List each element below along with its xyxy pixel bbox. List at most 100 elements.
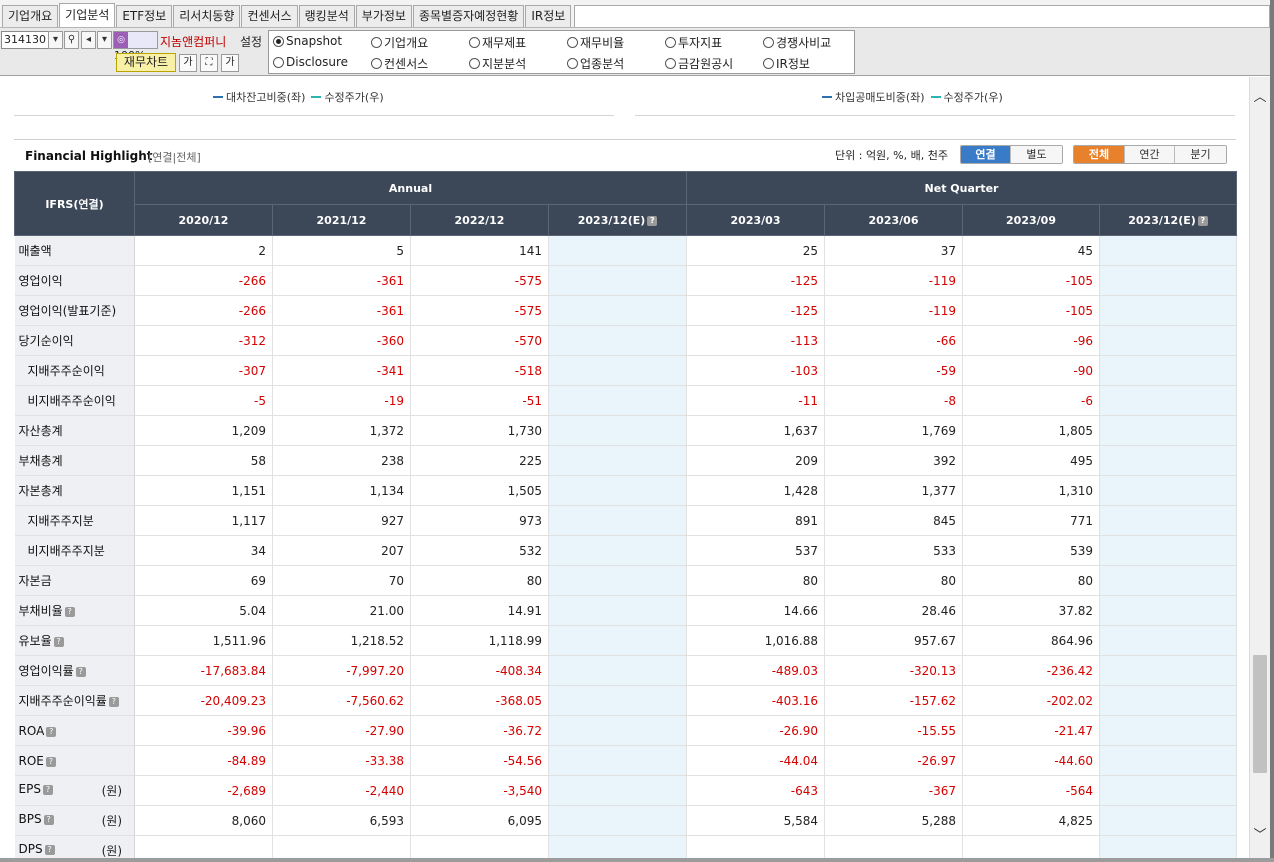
tab-additional-info[interactable]: 부가정보 [355, 5, 412, 27]
row-label: BPS? (원) [14, 805, 135, 836]
radio-investment-indicators[interactable]: 투자지표 [665, 34, 722, 51]
tab-research-trend[interactable]: 리서치동향 [173, 5, 241, 27]
table-cell: 37 [824, 235, 964, 266]
help-icon[interactable]: ? [108, 697, 119, 707]
scroll-up-icon[interactable]: ︿ [1253, 91, 1267, 105]
table-cell: 1,209 [134, 415, 273, 446]
table-cell [548, 805, 688, 836]
help-icon[interactable]: ? [43, 815, 54, 825]
scroll-down-icon[interactable]: ﹀ [1253, 829, 1267, 843]
table-cell: -11 [686, 385, 826, 416]
help-icon[interactable]: ? [42, 785, 53, 795]
radio-icon [665, 37, 676, 48]
chevron-down-icon[interactable]: ▾ [48, 31, 63, 49]
radio-consensus[interactable]: 컨센서스 [371, 55, 428, 72]
table-row: 영업이익 -266 -361 -575 -125 -119 -105 [14, 265, 1238, 296]
vertical-scrollbar[interactable]: ︿ ﹀ [1249, 77, 1270, 858]
help-icon[interactable]: ? [1197, 215, 1208, 226]
row-label: ROA? [14, 715, 135, 746]
consolidated-button[interactable]: 연결 [961, 146, 1011, 163]
radio-icon [469, 58, 480, 69]
radio-industry-analysis[interactable]: 업종분석 [567, 55, 624, 72]
top-tab-bar: 기업개요 기업분석 ETF정보 리서치동향 컨센서스 랭킹분석 부가정보 종목별… [0, 0, 1270, 28]
chevron-down-icon[interactable]: ▾ [97, 31, 112, 49]
settings-link[interactable]: 설정 [240, 33, 262, 50]
stock-code-input[interactable]: 314130 [1, 31, 49, 49]
radio-company-overview[interactable]: 기업개요 [371, 34, 428, 51]
period-quarter-button[interactable]: 분기 [1175, 146, 1226, 163]
table-cell: 1,769 [824, 415, 964, 446]
table-cell: -119 [824, 265, 964, 296]
help-icon[interactable]: ? [75, 667, 86, 677]
table-cell [548, 355, 688, 386]
tab-consensus[interactable]: 컨센서스 [241, 5, 298, 27]
table-cell [548, 415, 688, 446]
font-size-icon[interactable]: 가 [179, 54, 197, 72]
table-cell: 80 [962, 565, 1101, 596]
table-row: 유보율? 1,511.96 1,218.52 1,118.99 1,016.88 957.… [14, 625, 1238, 656]
speaker-icon[interactable]: ◂ [81, 31, 96, 49]
radio-disclosure[interactable]: Disclosure [273, 55, 348, 69]
table-cell: 80 [824, 565, 964, 596]
table-cell: -2,689 [134, 775, 273, 806]
radio-financial-statements[interactable]: 재무제표 [469, 34, 526, 51]
table-cell: 45 [962, 235, 1101, 266]
tab-etf-info[interactable]: ETF정보 [116, 5, 173, 27]
corner-header: IFRS(연결) [14, 171, 135, 236]
table-cell [548, 685, 688, 716]
table-cell: -312 [134, 325, 273, 356]
tab-ranking-analysis[interactable]: 랭킹분석 [298, 5, 355, 27]
table-cell: -575 [410, 265, 549, 296]
expand-icon[interactable]: ⛶ [200, 54, 218, 72]
help-icon[interactable]: ? [46, 726, 57, 737]
radio-financial-ratios[interactable]: 재무비율 [567, 34, 624, 51]
table-cell: 537 [686, 535, 826, 566]
tab-bar-filler [574, 5, 1270, 27]
table-cell [548, 595, 688, 626]
table-row: ROA? -39.96 -27.90 -36.72 -26.90 -15.55 -21.47 [14, 715, 1238, 746]
legend-line-icon [213, 96, 223, 98]
radio-shareholding-analysis[interactable]: 지분분석 [469, 55, 526, 72]
table-cell: -105 [962, 265, 1101, 296]
table-cell: 1,151 [134, 475, 273, 506]
separate-button[interactable]: 별도 [1011, 146, 1062, 163]
table-cell [686, 835, 826, 858]
radio-snapshot[interactable]: Snapshot [273, 34, 342, 48]
table-cell [548, 265, 688, 296]
row-label: ROE? [14, 745, 135, 776]
table-cell [1099, 715, 1238, 746]
tab-company-overview[interactable]: 기업개요 [2, 5, 59, 27]
table-row: 자산총계 1,209 1,372 1,730 1,637 1,769 1,805 [14, 415, 1238, 446]
table-cell: -266 [134, 295, 273, 326]
table-cell: -96 [962, 325, 1101, 356]
table-cell: 4,825 [962, 805, 1101, 836]
radio-ir-info[interactable]: IR정보 [763, 55, 810, 72]
help-icon[interactable]: ? [44, 845, 55, 855]
table-cell: 891 [686, 505, 826, 536]
help-icon[interactable]: ? [45, 756, 56, 767]
financial-chart-button[interactable]: 재무차트 [116, 53, 176, 72]
table-cell [1099, 295, 1238, 326]
search-icon[interactable]: ⚲ [64, 31, 79, 49]
radio-fss-disclosure[interactable]: 금감원공시 [665, 55, 733, 72]
table-cell [1099, 445, 1238, 476]
table-row: 부채총계 58 238 225 209 392 495 [14, 445, 1238, 476]
tab-ir-info[interactable]: IR정보 [525, 5, 572, 27]
radio-peer-comparison[interactable]: 경쟁사비교 [763, 34, 831, 51]
period-annual-button[interactable]: 연간 [1125, 146, 1175, 163]
table-cell: 539 [962, 535, 1101, 566]
help-icon[interactable]: ? [64, 607, 75, 617]
row-label: 자본금 [14, 565, 135, 596]
scroll-thumb[interactable] [1253, 655, 1267, 773]
radio-icon [469, 37, 480, 48]
zoom-control[interactable]: ◎100% [113, 31, 158, 62]
row-label: 영업이익(발표기준) [14, 295, 135, 326]
tab-capital-increase-schedule[interactable]: 종목별증자예정현황 [412, 5, 525, 27]
left-chart-baseline [14, 115, 614, 116]
help-icon[interactable]: ? [53, 637, 64, 647]
tab-company-analysis[interactable]: 기업분석 [59, 3, 116, 27]
font-increase-icon[interactable]: 가 [221, 54, 239, 72]
period-all-button[interactable]: 전체 [1074, 146, 1125, 163]
period-header-row: 2020/12 2021/12 2022/12 2023/12(E)? 2023/03 2… [15, 204, 1238, 236]
help-icon[interactable]: ? [647, 215, 658, 226]
